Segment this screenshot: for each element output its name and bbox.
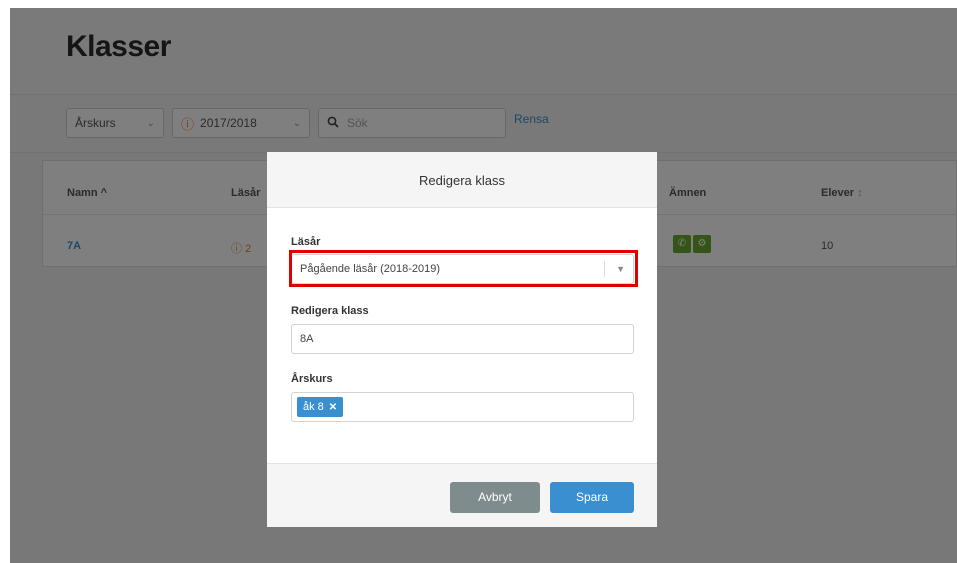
modal-footer: Avbryt Spara <box>267 463 657 527</box>
remove-tag-icon[interactable]: ✕ <box>329 402 337 413</box>
modal-title: Redigera klass <box>419 173 505 188</box>
highlight-box <box>289 250 638 287</box>
grade-multiselect[interactable]: åk 8 ✕ <box>291 392 634 422</box>
grade-label: Årskurs <box>291 373 333 385</box>
cancel-button[interactable]: Avbryt <box>450 482 540 513</box>
grade-tag: åk 8 ✕ <box>297 397 344 417</box>
class-name-input[interactable]: 8A <box>291 324 634 354</box>
edit-class-modal: Redigera klass Läsår Pågående läsår (201… <box>267 152 657 527</box>
school-year-label: Läsår <box>291 236 321 248</box>
modal-header: Redigera klass <box>267 152 657 208</box>
class-name-value: 8A <box>300 333 314 345</box>
class-name-label: Redigera klass <box>291 305 369 317</box>
save-button[interactable]: Spara <box>550 482 634 513</box>
